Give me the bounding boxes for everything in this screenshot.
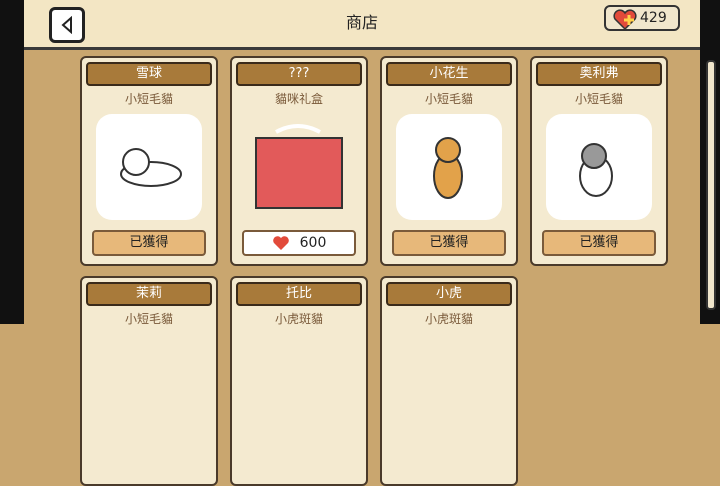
obtained-button[interactable]: 已獲得 (92, 230, 206, 256)
shop-grid: 雪球 小短毛貓 已獲得 ??? 貓咪礼盒 600 小花生 小短毛貓 已獲得 奥利… (80, 56, 700, 486)
card-subtitle: 小虎斑貓 (424, 312, 473, 326)
gray-cat-icon (579, 143, 613, 197)
cat-image (96, 114, 202, 220)
heart-plus-icon (613, 9, 637, 31)
card-subtitle: 小短毛貓 (124, 92, 173, 106)
card-subtitle: 貓咪礼盒 (274, 92, 323, 106)
hearts-value: 429 (640, 10, 667, 26)
shop-card-jasmine[interactable]: 茉莉 小短毛貓 (80, 276, 218, 486)
shop-card-oliver[interactable]: 奥利弗 小短毛貓 已獲得 (530, 56, 668, 266)
price-value: 600 (299, 235, 327, 251)
price-button[interactable]: 600 (242, 230, 356, 256)
obtained-button[interactable]: 已獲得 (542, 230, 656, 256)
back-button[interactable] (40, 6, 94, 44)
card-title: 雪球 (86, 62, 212, 86)
back-arrow-icon (61, 16, 72, 34)
obtained-button[interactable]: 已獲得 (392, 230, 506, 256)
card-subtitle: 小短毛貓 (124, 312, 173, 326)
card-title: 托比 (236, 282, 362, 306)
shop-card-snowball[interactable]: 雪球 小短毛貓 已獲得 (80, 56, 218, 266)
gift-box-icon (255, 124, 343, 209)
card-title: 奥利弗 (536, 62, 662, 86)
left-black-bar (0, 0, 24, 324)
card-subtitle: 小短毛貓 (574, 92, 623, 106)
scrollbar[interactable] (706, 60, 716, 310)
card-subtitle: 小虎斑貓 (274, 312, 323, 326)
top-bar: 商店 (24, 0, 700, 50)
orange-cat-icon (433, 137, 463, 199)
card-title: 茉莉 (86, 282, 212, 306)
white-cat-icon (120, 148, 182, 187)
shop-card-gift-box[interactable]: ??? 貓咪礼盒 600 (230, 56, 368, 266)
cat-image (546, 114, 652, 220)
shop-card-toby[interactable]: 托比 小虎斑貓 (230, 276, 368, 486)
card-subtitle: 小短毛貓 (424, 92, 473, 106)
gift-image (246, 114, 352, 220)
page-title: 商店 (345, 13, 378, 32)
card-title: 小虎 (386, 282, 512, 306)
card-title: ??? (236, 62, 362, 86)
shop-card-tiger[interactable]: 小虎 小虎斑貓 (380, 276, 518, 486)
cat-image (396, 114, 502, 220)
card-title: 小花生 (386, 62, 512, 86)
shop-card-peanut[interactable]: 小花生 小短毛貓 已獲得 (380, 56, 518, 266)
heart-icon (272, 236, 289, 250)
